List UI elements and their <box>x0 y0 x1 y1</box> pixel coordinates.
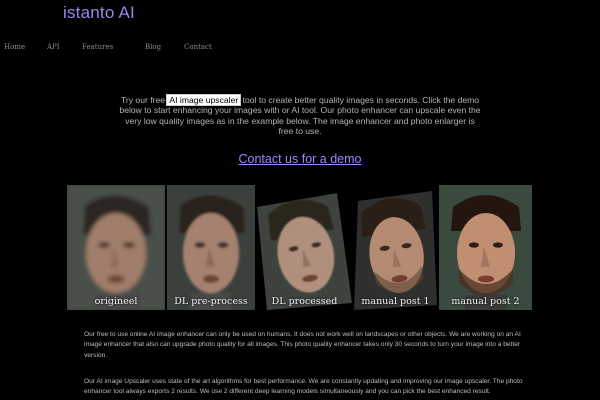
face-image-processed <box>257 185 352 310</box>
gallery-caption: origineel <box>94 296 138 307</box>
main-nav: Home API Features Blog Contact <box>0 43 600 55</box>
face-image-original <box>67 185 165 310</box>
gallery-caption: DL processed <box>271 296 338 307</box>
gallery-caption: manual post 2 <box>451 296 520 307</box>
cta-container: Contact us for a demo <box>0 152 600 166</box>
gallery-caption: DL pre-process <box>174 296 248 307</box>
face-image-preprocess <box>167 185 255 310</box>
gallery-tile-processed: DL processed <box>257 185 352 310</box>
body-paragraph-2: Our AI image Upscaler uses state of the … <box>84 377 523 396</box>
nav-item-home[interactable]: Home <box>4 43 25 51</box>
nav-item-blog[interactable]: Blog <box>145 43 161 51</box>
gallery-tile-original: origineel <box>67 185 165 310</box>
brand-logo[interactable]: istanto AI <box>63 3 135 23</box>
contact-demo-link[interactable]: Contact us for a demo <box>239 152 362 166</box>
upscaler-link[interactable]: AI image upscaler <box>166 93 242 106</box>
intro-paragraph: Try our free AI image upscaler tool to c… <box>118 93 482 137</box>
body-paragraph-1: Our free to use online AI image enhancer… <box>84 330 521 360</box>
gallery-tile-manual-1: manual post 1 <box>354 185 437 310</box>
face-image-manual-2 <box>439 185 532 310</box>
nav-item-features[interactable]: Features <box>82 43 113 51</box>
nav-item-contact[interactable]: Contact <box>184 43 212 51</box>
intro-text-before: Try our free <box>120 94 168 105</box>
gallery-caption: manual post 1 <box>361 296 430 307</box>
nav-item-api[interactable]: API <box>47 43 60 51</box>
comparison-gallery: origineel DL pre-process DL processed ma… <box>67 185 532 310</box>
gallery-tile-preprocess: DL pre-process <box>167 185 255 310</box>
gallery-tile-manual-2: manual post 2 <box>439 185 532 310</box>
face-image-manual-1 <box>354 185 437 310</box>
